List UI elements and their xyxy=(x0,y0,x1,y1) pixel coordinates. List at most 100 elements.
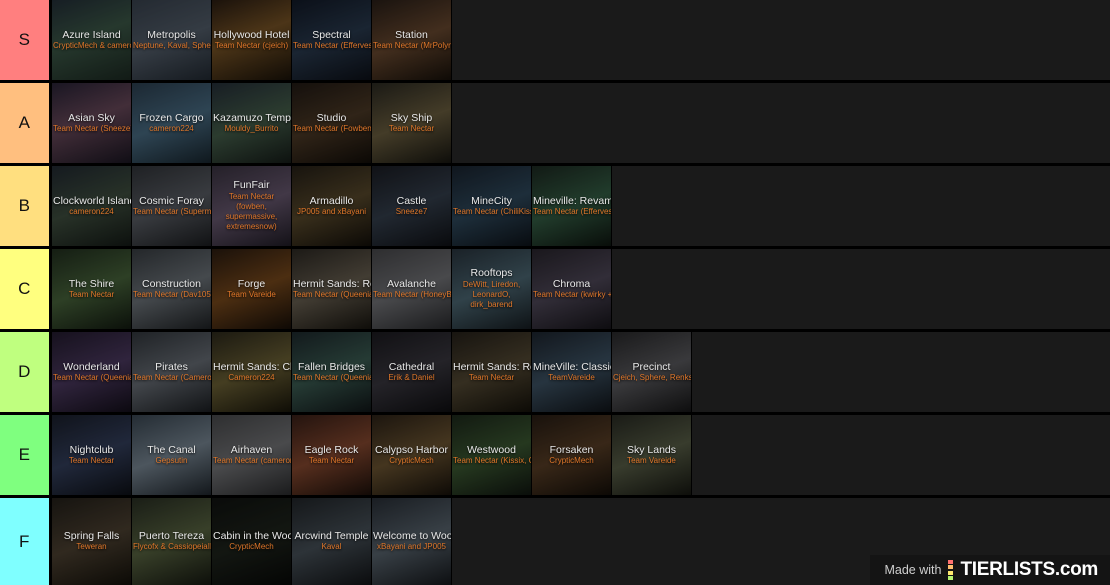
tier-item[interactable]: The Shire Team Nectar xyxy=(52,249,132,329)
tier-item-author: Team Nectar (Cameron224) xyxy=(133,372,212,382)
tier-item[interactable]: AirhavenTeam Nectar (cameron224) xyxy=(212,415,292,495)
tier-label-e[interactable]: E xyxy=(0,415,52,495)
tier-item[interactable]: Asian Sky Team Nectar (Sneeze7) xyxy=(52,83,132,163)
tier-item[interactable]: Eagle Rock Team Nectar xyxy=(292,415,372,495)
tier-item[interactable]: Hermit Sands: ClassicCameron224 xyxy=(212,332,292,412)
tier-item-title: Calypso Harbor xyxy=(375,443,448,456)
tier-item-text: Precinct Cjeich, Sphere, Renks xyxy=(612,360,691,382)
tier-item[interactable]: Castle Sneeze7 xyxy=(372,166,452,246)
tier-list-board: SAzure IslandCrypticMech & cameron224Met… xyxy=(0,0,1110,585)
tier-item-author: Sneeze7 xyxy=(395,206,428,216)
tier-item[interactable]: Armadillo JP005 and xBayani xyxy=(292,166,372,246)
tier-item-title: Airhaven xyxy=(230,443,273,456)
tier-item[interactable]: MineVille: Classic TeamVareide xyxy=(532,332,612,412)
tier-item[interactable]: Forsaken CrypticMech xyxy=(532,415,612,495)
tier-item[interactable]: Hermit Sands: RevisitedTeam Nectar xyxy=(452,332,532,412)
tier-label-b[interactable]: B xyxy=(0,166,52,246)
tier-item-title: Fallen Bridges xyxy=(297,360,366,373)
tier-item[interactable]: WestwoodTeam Nectar (Kissix, Cyman) xyxy=(452,415,532,495)
tier-item[interactable]: Arcwind Temple Kaval xyxy=(292,498,372,585)
tier-item[interactable]: Clockworld Island cameron224 xyxy=(52,166,132,246)
tier-item-author: Team Nectar (Kissix, Cyman) xyxy=(453,455,531,465)
tier-item[interactable]: Calypso Harbor CrypticMech xyxy=(372,415,452,495)
tier-item[interactable]: Mineville: RevampedTeam Nectar (Efferves… xyxy=(532,166,612,246)
tier-item[interactable]: Sky Lands Team Vareide xyxy=(612,415,692,495)
tier-items-b: Clockworld Island cameron224 Cosmic Foray T… xyxy=(52,166,1110,246)
tier-label-c[interactable]: C xyxy=(0,249,52,329)
tier-items-e: Nightclub Team Nectar The Canal Gepsutin Air… xyxy=(52,415,1110,495)
tier-item-text: MineCity Team Nectar (ChiliKiss) xyxy=(452,194,531,216)
tier-item-author: Team Vareide xyxy=(227,289,276,299)
tier-item-text: Sky Lands Team Vareide xyxy=(612,443,691,465)
tier-item-text: ChromaTeam Nectar (kwirky + Jaa) xyxy=(532,277,612,299)
tier-item-text: Kazamuzo Temple Mouldy_Burrito xyxy=(212,112,291,133)
tier-item[interactable]: Spring Falls Teweran xyxy=(52,498,132,585)
tier-item[interactable]: StationTeam Nectar (MrPolymath) xyxy=(372,0,452,80)
tier-item-title: Arcwind Temple xyxy=(294,530,369,543)
tier-item[interactable]: Cathedral Erik & Daniel xyxy=(372,332,452,412)
tier-item-author: CrypticMech xyxy=(229,542,274,552)
tier-item-text: Hollywood Hotel Team Nectar (cjeich) xyxy=(212,29,291,50)
tier-item-text: The Shire Team Nectar xyxy=(52,278,131,299)
tier-item-title: Precinct xyxy=(632,360,671,373)
tier-item[interactable]: Frozen Cargo cameron224 xyxy=(132,83,212,163)
tier-label-a[interactable]: A xyxy=(0,83,52,163)
tier-item[interactable]: Sky Ship Team Nectar xyxy=(372,83,452,163)
tier-label-f[interactable]: F xyxy=(0,498,52,585)
tier-item[interactable]: Hermit Sands: RevampedTeam Nectar (Queen… xyxy=(292,249,372,329)
tier-item-title: Puerto Tereza xyxy=(138,530,205,543)
tier-item-text: Clockworld Island cameron224 xyxy=(52,195,131,216)
tier-item-title: MineCity xyxy=(471,194,512,207)
tier-item-author: Team Nectar (kwirky + Jaa) xyxy=(533,289,612,299)
tier-item-text: WestwoodTeam Nectar (Kissix, Cyman) xyxy=(452,443,531,465)
tier-item[interactable]: Studio Team Nectar (Fowben) xyxy=(292,83,372,163)
tier-item[interactable]: ChromaTeam Nectar (kwirky + Jaa) xyxy=(532,249,612,329)
tier-item-author: Team Nectar (fowben, supermassive, extre… xyxy=(225,192,278,231)
tier-item[interactable]: Cabin in the WoodsCrypticMech xyxy=(212,498,292,585)
tier-item[interactable]: Kazamuzo Temple Mouldy_Burrito xyxy=(212,83,292,163)
tier-item-title: Spectral xyxy=(312,28,351,41)
tier-item-text: Hermit Sands: ClassicCameron224 xyxy=(212,361,291,382)
tier-item[interactable]: Forge Team Vareide xyxy=(212,249,292,329)
tier-label-d[interactable]: D xyxy=(0,332,52,412)
tier-item[interactable]: Hollywood Hotel Team Nectar (cjeich) xyxy=(212,0,292,80)
tier-item-text: Forsaken CrypticMech xyxy=(532,444,611,465)
tier-item[interactable]: Rooftops DeWitt, Liredon, LeonardO, dirk_… xyxy=(452,249,532,329)
logo-bar-1 xyxy=(948,565,954,570)
tier-item[interactable]: FunFair Team Nectar (fowben, supermassive… xyxy=(212,166,292,246)
tier-item-author: Team Nectar xyxy=(68,289,115,299)
tier-item-author: Team Nectar (HoneyBlueWitt) xyxy=(373,289,452,299)
tier-item-title: Hermit Sands: Revamped xyxy=(293,277,371,290)
tier-item-title: Chroma xyxy=(552,277,591,290)
tier-item-author: Team Nectar (EffervescentOne) xyxy=(293,40,371,50)
tier-item-text: Studio Team Nectar (Fowben) xyxy=(292,112,371,133)
tier-item[interactable]: PiratesTeam Nectar (Cameron224) xyxy=(132,332,212,412)
tier-item[interactable]: AvalancheTeam Nectar (HoneyBlueWitt) xyxy=(372,249,452,329)
tier-item-title: Westwood xyxy=(467,443,516,456)
tier-item[interactable]: Metropolis Neptune, Kaval, Sphere xyxy=(132,0,212,80)
tier-item[interactable]: Construction Team Nectar (Dav105) xyxy=(132,249,212,329)
tier-items-c: The Shire Team Nectar Construction Team Nec… xyxy=(52,249,1110,329)
tier-item-text: StationTeam Nectar (MrPolymath) xyxy=(372,29,451,50)
tier-item[interactable]: The Canal Gepsutin xyxy=(132,415,212,495)
tier-item-title: Sky Lands xyxy=(626,443,677,456)
tier-item[interactable]: Puerto Tereza Flycofx & CassiopeiaIII xyxy=(132,498,212,585)
tier-item[interactable]: Fallen BridgesTeam Nectar (Queenia, Thun… xyxy=(292,332,372,412)
tier-item[interactable]: Cosmic ForayTeam Nectar (Supermassive) xyxy=(132,166,212,246)
tier-item-text: Cabin in the WoodsCrypticMech xyxy=(212,531,291,551)
watermark: Made with TIERLISTS.com xyxy=(870,555,1110,585)
tier-item[interactable]: Azure IslandCrypticMech & cameron224 xyxy=(52,0,132,80)
tier-item-author: Team Nectar xyxy=(388,123,435,133)
tier-item[interactable]: Wonderland Team Nectar (Queenia) xyxy=(52,332,132,412)
tier-item[interactable]: Welcome to WoodburyxBayani and JP005 xyxy=(372,498,452,585)
tier-label-s[interactable]: S xyxy=(0,0,52,80)
tier-item[interactable]: Precinct Cjeich, Sphere, Renks xyxy=(612,332,692,412)
tier-item-text: Castle Sneeze7 xyxy=(372,195,451,216)
tier-item-text: AirhavenTeam Nectar (cameron224) xyxy=(212,443,291,465)
tier-item[interactable]: SpectralTeam Nectar (EffervescentOne) xyxy=(292,0,372,80)
tier-item-author: Team Nectar xyxy=(68,455,115,465)
tier-item[interactable]: MineCity Team Nectar (ChiliKiss) xyxy=(452,166,532,246)
tier-item-author: Erik & Daniel xyxy=(388,372,435,382)
tier-item[interactable]: Nightclub Team Nectar xyxy=(52,415,132,495)
tier-item-author: Teweran xyxy=(76,542,107,552)
